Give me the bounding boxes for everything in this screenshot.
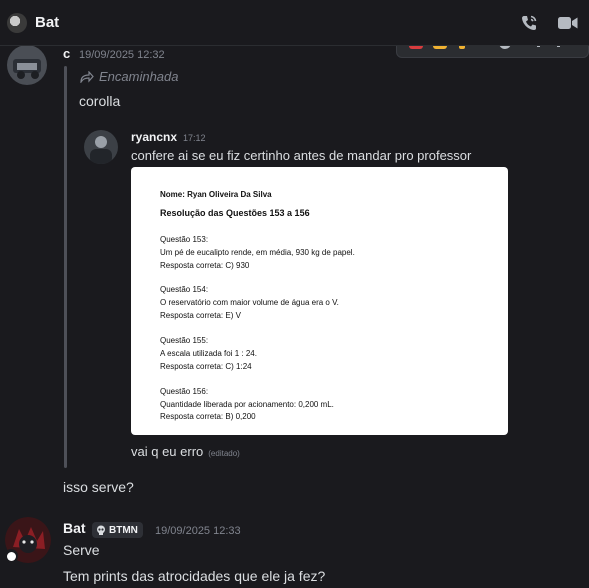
doc-line: Resposta correta: C) 930	[160, 261, 250, 270]
channel-title: Bat	[35, 14, 60, 31]
nested-avatar[interactable]	[84, 130, 118, 164]
forward-label: Encaminhada	[99, 69, 179, 84]
nested-author[interactable]: ryancnx	[131, 130, 177, 144]
doc-line: Resolução das Questões 153 a 156	[160, 208, 310, 218]
doc-line: Questão 155:	[160, 336, 209, 345]
followup-text: vai q eu erro	[131, 444, 204, 459]
image-attachment[interactable]: Nome: Ryan Oliveira Da Silva Resolução d…	[131, 167, 508, 435]
phone-call-icon[interactable]	[519, 13, 539, 33]
edited-label: (editado)	[208, 449, 240, 458]
doc-line: Questão 153:	[160, 235, 209, 244]
skull-icon	[97, 525, 105, 535]
forward-arrow-icon	[80, 70, 94, 83]
nested-timestamp: 17:12	[183, 133, 206, 143]
nested-message-text: confere ai se eu fiz certinho antes de m…	[131, 148, 472, 163]
status-dot-icon	[6, 551, 16, 561]
avatar[interactable]	[7, 45, 47, 85]
badge-label: BTMN	[109, 524, 138, 536]
doc-line: Nome: Ryan Oliveira Da Silva	[160, 190, 272, 199]
reply-text: isso serve?	[63, 479, 134, 495]
message-text: Serve	[63, 542, 100, 558]
doc-line: Questão 156:	[160, 387, 209, 396]
doc-line: Resposta correta: B) 0,200	[160, 412, 256, 421]
doc-line: Resposta correta: C) 1:24	[160, 362, 252, 371]
doc-line: Questão 154:	[160, 285, 209, 294]
doc-line: Resposta correta: E) V	[160, 311, 241, 320]
user-avatar-image	[7, 45, 47, 85]
doc-line: A escala utilizada foi 1 : 24.	[160, 349, 257, 358]
forward-bar	[64, 66, 67, 468]
doc-line: Um pé de eucalipto rende, em média, 930 …	[160, 248, 355, 257]
video-camera-icon[interactable]	[557, 14, 579, 32]
message-timestamp: 19/09/2025 12:32	[79, 49, 165, 61]
dm-avatar[interactable]	[7, 12, 27, 33]
message-timestamp: 19/09/2025 12:33	[155, 525, 241, 537]
message-text: Tem prints das atrocidades que ele ja fe…	[63, 568, 326, 584]
forward-indicator: Encaminhada	[80, 69, 179, 84]
header-actions	[519, 13, 579, 33]
nested-avatar-image	[84, 130, 118, 164]
message-author[interactable]: Bat	[63, 520, 86, 536]
server-tag-badge[interactable]: BTMN	[92, 522, 143, 538]
channel-header: Bat	[0, 0, 589, 46]
message-text: corolla	[79, 93, 121, 109]
nested-followup: vai q eu erro (editado)	[131, 444, 240, 459]
doc-line: Quantidade liberada por acionamento: 0,2…	[160, 400, 334, 409]
message-author[interactable]: c	[63, 46, 70, 61]
status-indicator	[4, 549, 18, 563]
doc-line: O reservatório com maior volume de água …	[160, 298, 339, 307]
